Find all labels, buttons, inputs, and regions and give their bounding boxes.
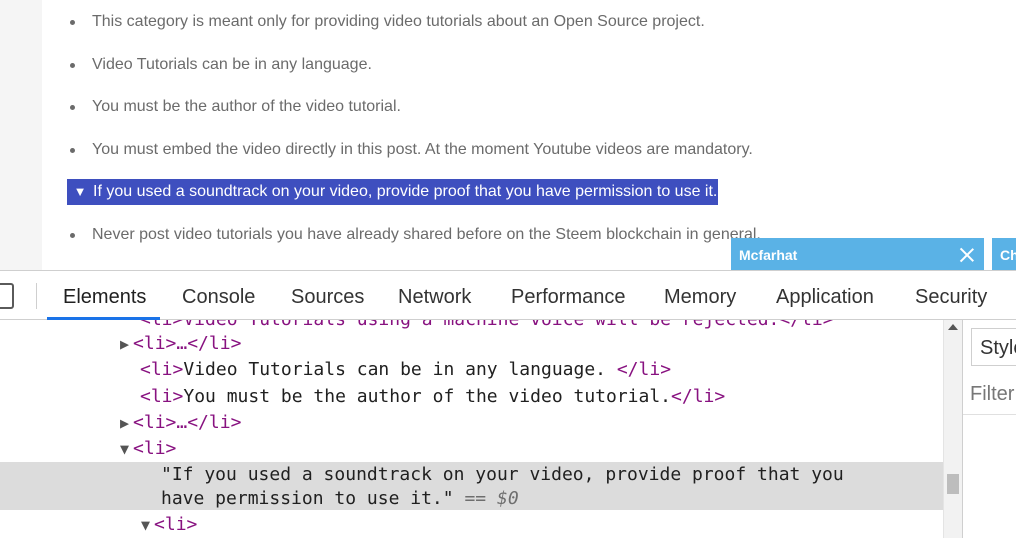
console-reference: $0: [496, 488, 519, 509]
collapse-arrow-icon[interactable]: ▼: [120, 440, 129, 458]
text-node-line-1: "If you used a soundtrack on your video,…: [161, 464, 844, 485]
tab-security[interactable]: Security: [915, 271, 987, 319]
page-gutter: [0, 0, 42, 270]
open-tag: <li>: [154, 514, 198, 535]
selected-text-node-cont[interactable]: have permission to use it." == $0: [161, 486, 519, 512]
tabbar-divider: [36, 283, 37, 309]
rule-text: Video Tutorials can be in any language.: [92, 56, 372, 73]
styles-filter-input[interactable]: Filter: [963, 374, 1016, 415]
expand-arrow-icon[interactable]: ▶: [120, 414, 129, 432]
chat-contact-name[interactable]: Mcfarhat: [739, 238, 797, 272]
dom-node[interactable]: <li>Video Tutorials using a machine voic…: [140, 320, 834, 333]
bullet-icon: [70, 20, 75, 25]
disclosure-triangle-icon: ▼: [67, 179, 93, 205]
device-toolbar-icon[interactable]: [0, 283, 14, 309]
open-tag: <li>: [140, 359, 184, 380]
dom-tree[interactable]: <li>Video Tutorials using a machine voic…: [0, 320, 943, 538]
node-markup: <li>…</li>: [133, 412, 242, 433]
dom-node-expanded[interactable]: ▼ <li>: [141, 512, 197, 538]
chat-contact-name[interactable]: Ch: [1000, 238, 1016, 270]
equals-marker: ==: [464, 488, 487, 509]
open-tag: <li>: [140, 386, 184, 407]
dom-node-expanded[interactable]: ▼ <li>: [120, 436, 176, 462]
bullet-icon: [70, 148, 75, 153]
rule-text: If you used a soundtrack on your video, …: [92, 179, 719, 205]
tab-network[interactable]: Network: [398, 271, 471, 319]
collapse-arrow-icon[interactable]: ▼: [141, 516, 150, 534]
close-tag: </li>: [616, 359, 672, 380]
devtools-tabbar: Elements Console Sources Network Perform…: [0, 271, 1016, 320]
selected-text-node[interactable]: "If you used a soundtrack on your video,…: [161, 462, 844, 488]
dom-node-collapsed[interactable]: ▶ <li>…</li>: [120, 410, 241, 436]
node-markup: <li>…</li>: [133, 333, 242, 354]
tab-styles[interactable]: Styles: [971, 328, 1016, 366]
scroll-up-icon[interactable]: [948, 324, 958, 330]
dom-node-collapsed[interactable]: ▶ <li>…</li>: [120, 331, 241, 357]
chat-popup[interactable]: Mcfarhat: [731, 238, 984, 270]
chat-popup-second[interactable]: Ch: [992, 238, 1016, 270]
tab-elements[interactable]: Elements: [46, 271, 161, 320]
bullet-icon: [70, 63, 75, 68]
styles-pane: Styles Filter: [962, 320, 1016, 538]
rule-text: Never post video tutorials you have alre…: [92, 226, 761, 243]
bullet-icon: [70, 105, 75, 110]
rule-text: You must embed the video directly in thi…: [92, 141, 753, 158]
rule-text: You must be the author of the video tuto…: [92, 98, 401, 115]
node-text: You must be the author of the video tuto…: [183, 386, 672, 407]
expand-arrow-icon[interactable]: ▶: [120, 335, 129, 353]
node-markup: <li>Video Tutorials using a machine voic…: [140, 320, 834, 330]
tab-sources[interactable]: Sources: [291, 271, 364, 319]
tab-memory[interactable]: Memory: [664, 271, 736, 319]
close-icon[interactable]: [959, 247, 974, 262]
bullet-icon: [70, 233, 75, 238]
scroll-thumb[interactable]: [947, 474, 959, 494]
dom-scrollbar[interactable]: [943, 320, 962, 538]
open-tag: <li>: [133, 438, 177, 459]
page-content: This category is meant only for providin…: [0, 0, 1016, 270]
rule-text: This category is meant only for providin…: [92, 13, 705, 30]
close-tag: </li>: [671, 386, 726, 407]
node-text: Video Tutorials can be in any language.: [183, 359, 617, 380]
tab-performance[interactable]: Performance: [511, 271, 626, 319]
tab-console[interactable]: Console: [182, 271, 255, 319]
dom-node[interactable]: <li>You must be the author of the video …: [140, 384, 725, 410]
devtools-panel: Elements Console Sources Network Perform…: [0, 270, 1016, 538]
text-node-line-2: have permission to use it.": [161, 488, 454, 509]
tab-application[interactable]: Application: [776, 271, 874, 319]
dom-node[interactable]: <li>Video Tutorials can be in any langua…: [140, 357, 671, 383]
